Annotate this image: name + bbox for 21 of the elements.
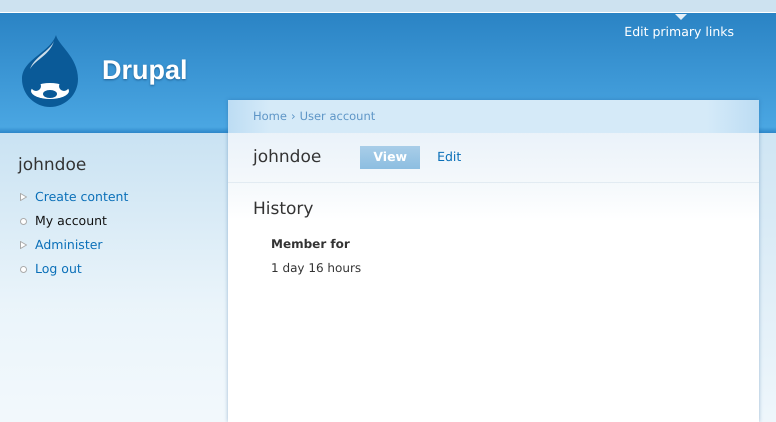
sidebar-title: johndoe [18,155,88,176]
field-label: Member for [271,236,351,254]
circle-bullet-icon [20,266,27,273]
page-title: johndoe [253,147,322,168]
drop-logo-icon[interactable] [20,33,80,109]
triangle-bullet-icon [20,193,27,202]
menu-link[interactable]: Administer [35,236,103,255]
menu-link[interactable]: Log out [35,260,82,279]
notch-icon [675,14,687,21]
field-value: 1 day 16 hours [271,260,362,278]
breadcrumb-link[interactable]: Home [253,108,287,126]
menu-link[interactable]: Create content [35,188,128,207]
edit-primary-links-link[interactable]: Edit primary links [624,23,734,42]
tab[interactable]: Edit [424,146,474,169]
menu-link[interactable]: My account [35,212,107,231]
breadcrumb-link[interactable]: User account [300,108,376,126]
section-title: History [253,199,314,220]
circle-bullet-icon [20,218,27,225]
site-name[interactable]: Drupal [102,55,188,86]
breadcrumb-separator: › [290,108,296,125]
triangle-bullet-icon [20,241,27,250]
